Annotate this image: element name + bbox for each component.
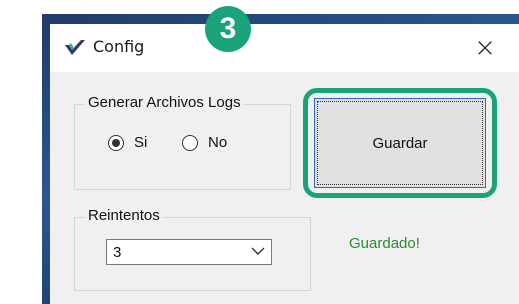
radio-no-label: No bbox=[208, 134, 228, 151]
radio-no[interactable]: No bbox=[182, 134, 227, 151]
retries-group-legend: Reintentos bbox=[85, 207, 163, 224]
checkmark-shield-icon bbox=[65, 40, 85, 55]
radio-si-label: Si bbox=[134, 134, 148, 151]
save-button-highlight bbox=[303, 88, 497, 198]
radio-si[interactable]: Si bbox=[108, 134, 147, 151]
radio-si-indicator[interactable] bbox=[108, 134, 124, 151]
radio-no-indicator[interactable] bbox=[182, 134, 198, 151]
title-bar: Config × bbox=[50, 24, 519, 72]
close-button[interactable]: × bbox=[465, 28, 505, 68]
retries-select-value: 3 bbox=[113, 244, 122, 261]
chevron-down-icon[interactable] bbox=[251, 246, 265, 256]
config-window: Config × Generar Archivos Logs Si No Rei… bbox=[50, 24, 519, 304]
status-message: Guardado! bbox=[349, 235, 420, 252]
logs-group-legend: Generar Archivos Logs bbox=[85, 94, 244, 111]
window-title: Config bbox=[93, 37, 145, 56]
retries-select[interactable]: 3 bbox=[106, 239, 272, 265]
step-number-badge: 3 bbox=[205, 6, 251, 52]
